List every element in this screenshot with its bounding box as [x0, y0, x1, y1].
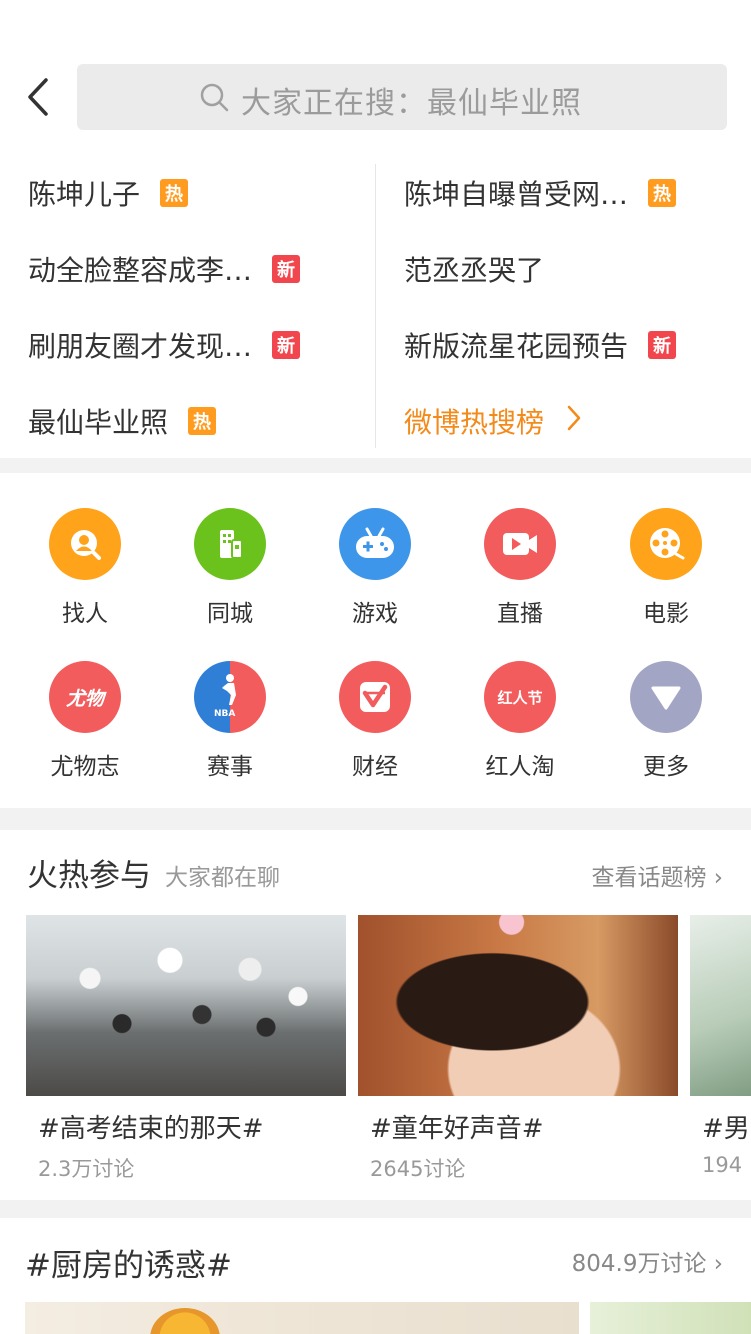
hot-search-text: 新版流星花园预告 — [404, 330, 629, 363]
hot-badge: 热 — [160, 179, 189, 207]
hot-search-item[interactable]: 最仙毕业照 热 — [28, 396, 217, 446]
search-placeholder: 大家正在搜：最仙毕业照 — [241, 86, 582, 121]
hot-search-ranking-label: 微博热搜榜 — [404, 406, 545, 439]
discussion-count-link[interactable]: 804.9万讨论 › — [572, 1244, 723, 1278]
new-badge: 新 — [272, 255, 301, 283]
hot-search-text: 刷朋友圈才发现… — [28, 330, 253, 363]
find-people-icon — [49, 508, 121, 580]
topic-image-food-2[interactable] — [590, 1302, 751, 1334]
section-title[interactable]: #厨房的诱惑# — [25, 1240, 232, 1285]
category-label: 电影 — [643, 601, 689, 627]
new-badge: 新 — [648, 331, 677, 359]
category-label: 找人 — [62, 601, 108, 627]
topic-count: 2.3万讨论 — [38, 1157, 135, 1181]
back-icon[interactable] — [22, 74, 62, 120]
hot-topics-section: 火热参与 大家都在聊 查看话题榜 › #高考结束的那天# 2.3万讨论 #童年好… — [0, 830, 751, 1200]
topic-card[interactable]: #男 194 — [690, 915, 751, 1177]
more-triangle-icon — [630, 661, 702, 733]
topic-count: 194 — [702, 1153, 743, 1177]
category-label: 尤物志 — [50, 754, 120, 780]
category-games[interactable]: 游戏 — [315, 508, 435, 658]
section-title: 火热参与 — [27, 858, 151, 894]
category-label: 游戏 — [352, 601, 398, 627]
category-movies[interactable]: 电影 — [606, 508, 726, 658]
kitchen-topic-section: #厨房的诱惑# 804.9万讨论 › — [0, 1218, 751, 1334]
food-item-decoration — [150, 1308, 220, 1334]
topic-card[interactable]: #童年好声音# 2645讨论 — [358, 915, 678, 1183]
city-icon — [194, 508, 266, 580]
youwu-logo-text: 尤物 — [65, 687, 104, 710]
live-video-icon — [484, 508, 556, 580]
category-live[interactable]: 直播 — [460, 508, 580, 658]
chevron-right-icon — [566, 404, 582, 439]
category-label: 同城 — [207, 601, 253, 627]
topic-ranking-link[interactable]: 查看话题榜 › — [591, 858, 723, 892]
hot-badge: 热 — [648, 179, 677, 207]
category-hongrentao[interactable]: 红人节 红人淘 — [460, 661, 580, 811]
hot-search-text: 动全脸整容成李… — [28, 254, 253, 287]
hot-search-text: 陈坤自曝曾受网… — [404, 178, 629, 211]
topic-count: 2645讨论 — [370, 1157, 466, 1181]
category-label: 财经 — [352, 754, 398, 780]
hot-search-ranking-link[interactable]: 微博热搜榜 — [404, 396, 582, 446]
category-grid: 找人 同城 游戏 直播 电影 尤物 尤物志 NBA 赛事 财经 红人节 红人淘 … — [0, 473, 751, 808]
topic-image-child — [358, 915, 678, 1096]
topic-image-food[interactable] — [25, 1302, 579, 1334]
hot-search-text: 最仙毕业照 — [28, 406, 169, 439]
film-reel-icon — [630, 508, 702, 580]
topic-title: #童年好声音# — [370, 1114, 544, 1144]
hot-search-item[interactable]: 范丞丞哭了 — [404, 244, 544, 294]
nba-logo-icon: NBA — [194, 661, 266, 733]
hot-search-text: 陈坤儿子 — [28, 178, 141, 211]
topic-title: #男 — [702, 1114, 750, 1144]
topic-image-partial — [690, 915, 751, 1096]
youwu-logo-icon: 尤物 — [49, 661, 121, 733]
top-bar: 大家正在搜：最仙毕业照 — [0, 0, 751, 158]
hot-search-item[interactable]: 新版流星花园预告 新 — [404, 320, 677, 370]
topic-title: #高考结束的那天# — [38, 1114, 264, 1144]
topic-image-graduation — [26, 915, 346, 1096]
hot-search-item[interactable]: 动全脸整容成李… 新 — [28, 244, 301, 294]
hongrenjie-logo-icon: 红人节 — [484, 661, 556, 733]
search-input[interactable]: 大家正在搜：最仙毕业照 — [77, 64, 727, 130]
new-badge: 新 — [272, 331, 301, 359]
gamepad-icon — [339, 508, 411, 580]
finance-icon — [339, 661, 411, 733]
search-icon — [199, 82, 231, 114]
hot-badge: 热 — [188, 407, 217, 435]
category-label: 直播 — [497, 601, 543, 627]
hot-search-item[interactable]: 陈坤自曝曾受网… 热 — [404, 168, 677, 218]
hot-search-text: 范丞丞哭了 — [404, 254, 545, 287]
category-more[interactable]: 更多 — [606, 661, 726, 811]
category-finance[interactable]: 财经 — [315, 661, 435, 811]
category-label: 更多 — [643, 754, 689, 780]
section-subtitle: 大家都在聊 — [165, 865, 280, 891]
column-divider — [375, 164, 376, 448]
category-find-people[interactable]: 找人 — [25, 508, 145, 658]
topic-card[interactable]: #高考结束的那天# 2.3万讨论 — [26, 915, 346, 1183]
category-sports[interactable]: NBA 赛事 — [170, 661, 290, 811]
nba-logo-text: NBA — [214, 709, 236, 719]
hot-search-item[interactable]: 陈坤儿子 热 — [28, 168, 189, 218]
hongrenjie-logo-text: 红人节 — [497, 688, 543, 707]
hot-search-panel: 陈坤儿子 热 动全脸整容成李… 新 刷朋友圈才发现… 新 最仙毕业照 热 陈坤自… — [0, 158, 751, 458]
category-youwuzhi[interactable]: 尤物 尤物志 — [25, 661, 145, 811]
category-label: 赛事 — [207, 754, 253, 780]
hot-search-item[interactable]: 刷朋友圈才发现… 新 — [28, 320, 301, 370]
category-label: 红人淘 — [485, 754, 555, 780]
category-city[interactable]: 同城 — [170, 508, 290, 658]
